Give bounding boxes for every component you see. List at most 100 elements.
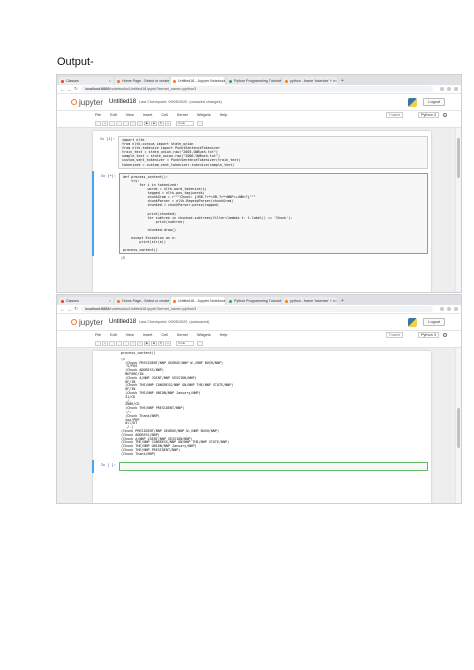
scrollbar[interactable]	[455, 348, 461, 503]
menu-help[interactable]: Help	[220, 113, 228, 117]
save-icon[interactable]	[95, 340, 101, 346]
menu-file[interactable]: File	[95, 333, 101, 337]
close-icon[interactable]: ×	[335, 297, 337, 305]
cell-type-select[interactable]: Code	[176, 340, 194, 346]
cell-output: (S	[121, 256, 126, 261]
new-tab-icon[interactable]: +	[341, 297, 344, 305]
menu-help[interactable]: Help	[220, 333, 228, 337]
add-cell-icon[interactable]: +	[102, 340, 108, 346]
menu-widgets[interactable]: Widgets	[197, 333, 211, 337]
cell-type-select[interactable]: Code	[176, 120, 194, 126]
menu-widgets[interactable]: Widgets	[197, 113, 211, 117]
code-cell[interactable]: In [1]: import nltk from nltk.corpus imp…	[93, 134, 431, 171]
restart-run-icon[interactable]: »	[165, 120, 171, 126]
stackoverflow-icon	[285, 299, 288, 303]
browser-tab-classes[interactable]: Classes ×	[59, 77, 113, 85]
cell-source[interactable]: import nltk from nltk.corpus import stat…	[118, 136, 428, 169]
menu-bar: File Edit View Insert Cell Kernel Widget…	[57, 331, 461, 339]
jupyter-logo[interactable]: jupyter	[71, 98, 103, 107]
stop-icon[interactable]: ■	[151, 340, 157, 346]
checkpoint-text: Last Checkpoint: 09/05/2020	[139, 320, 188, 324]
jupyter-logo-text: jupyter	[79, 317, 104, 327]
back-icon[interactable]: ←	[60, 307, 65, 312]
restart-icon[interactable]: ↻	[158, 120, 164, 126]
profile-icon[interactable]	[454, 87, 458, 91]
restart-icon[interactable]: ↻	[158, 340, 164, 346]
browser-tab-python-tutorials[interactable]: Python Programming Tutorials×	[227, 297, 281, 305]
menu-view[interactable]: View	[126, 113, 134, 117]
notebook-area: process_content() (S (Chunk PRESIDENT/NN…	[57, 348, 461, 503]
close-icon[interactable]: ×	[109, 297, 111, 305]
cut-icon[interactable]	[109, 120, 115, 126]
extension-icon[interactable]	[447, 307, 451, 311]
browser-tab-untitled18[interactable]: Untitled18 - Jupyter Notebook×	[171, 297, 225, 305]
cell-source[interactable]: def process_content(): try: for i in tok…	[119, 172, 428, 255]
close-icon[interactable]: ×	[335, 77, 337, 85]
scrollbar[interactable]	[455, 128, 461, 292]
empty-code-cell[interactable]: In [ ]:	[92, 459, 431, 473]
browser-tab-stackoverflow[interactable]: python - frame 'tokenize' + x ×	[283, 297, 337, 305]
run-icon[interactable]: ▶	[144, 340, 150, 346]
jupyter-logo[interactable]: jupyter	[71, 318, 103, 327]
save-icon[interactable]	[95, 120, 101, 126]
menu-kernel[interactable]: Kernel	[177, 333, 188, 337]
jupyter-logo-text: jupyter	[79, 97, 104, 107]
url-input[interactable]: localhost:8888/notebooks/Untitled18.ipyn…	[81, 306, 433, 312]
reload-icon[interactable]: ↻	[74, 306, 78, 312]
move-down-icon[interactable]: ↓	[137, 340, 143, 346]
menu-kernel[interactable]: Kernel	[177, 113, 188, 117]
menu-view[interactable]: View	[126, 333, 134, 337]
menu-cell[interactable]: Cell	[161, 113, 168, 117]
scrollbar-thumb[interactable]	[457, 408, 460, 448]
restart-run-icon[interactable]: »	[165, 340, 171, 346]
cut-icon[interactable]	[109, 340, 115, 346]
forward-icon[interactable]: →	[67, 307, 72, 312]
run-icon[interactable]: ▶	[144, 120, 150, 126]
browser-tab-untitled18[interactable]: Untitled18 - Jupyter Notebook×	[171, 77, 225, 85]
paste-icon[interactable]	[123, 120, 129, 126]
close-icon[interactable]: ×	[109, 77, 111, 85]
kernel-name[interactable]: Python 3	[418, 112, 439, 118]
forward-icon[interactable]: →	[67, 87, 72, 92]
back-icon[interactable]: ←	[60, 87, 65, 92]
code-cell-running[interactable]: In [*]: def process_content(): try: for …	[92, 170, 431, 257]
notebook-title[interactable]: Untitled18	[109, 319, 136, 325]
output-heading: Output-	[57, 56, 94, 68]
cell-source[interactable]	[119, 461, 428, 471]
scrollbar-thumb[interactable]	[457, 138, 460, 178]
browser-tab-home[interactable]: Home Page - Select or create×	[115, 297, 169, 305]
logout-button[interactable]: Logout	[423, 318, 445, 326]
menu-file[interactable]: File	[95, 113, 101, 117]
menu-insert[interactable]: Insert	[143, 113, 153, 117]
logout-button[interactable]: Logout	[423, 98, 445, 106]
notebook-title[interactable]: Untitled18	[109, 99, 136, 105]
profile-icon[interactable]	[454, 307, 458, 311]
trusted-badge[interactable]: Trusted	[385, 332, 403, 338]
extension-icon[interactable]	[440, 87, 444, 91]
copy-icon[interactable]	[116, 120, 122, 126]
kernel-name[interactable]: Python 3	[418, 332, 439, 338]
stop-icon[interactable]: ■	[151, 120, 157, 126]
extension-icon[interactable]	[440, 307, 444, 311]
browser-tab-classes[interactable]: Classes ×	[59, 297, 113, 305]
keyboard-icon[interactable]	[197, 120, 203, 126]
browser-tab-python-tutorials[interactable]: Python Programming Tutorials×	[227, 77, 281, 85]
browser-tab-home[interactable]: Home Page - Select or create×	[115, 77, 169, 85]
copy-icon[interactable]	[116, 340, 122, 346]
keyboard-icon[interactable]	[197, 340, 203, 346]
move-down-icon[interactable]: ↓	[137, 120, 143, 126]
url-input[interactable]: localhost:8888/notebooks/Untitled18.ipyn…	[81, 86, 433, 92]
menu-insert[interactable]: Insert	[143, 333, 153, 337]
menu-edit[interactable]: Edit	[110, 113, 117, 117]
menu-edit[interactable]: Edit	[110, 333, 117, 337]
reload-icon[interactable]: ↻	[74, 86, 78, 92]
browser-tab-stackoverflow[interactable]: python - frame 'tokenize' + x ×	[283, 77, 337, 85]
menu-cell[interactable]: Cell	[161, 333, 168, 337]
paste-icon[interactable]	[123, 340, 129, 346]
new-tab-icon[interactable]: +	[341, 77, 344, 85]
move-up-icon[interactable]: ↑	[130, 340, 136, 346]
move-up-icon[interactable]: ↑	[130, 120, 136, 126]
extension-icon[interactable]	[447, 87, 451, 91]
trusted-badge[interactable]: Trusted	[385, 112, 403, 118]
add-cell-icon[interactable]: +	[102, 120, 108, 126]
